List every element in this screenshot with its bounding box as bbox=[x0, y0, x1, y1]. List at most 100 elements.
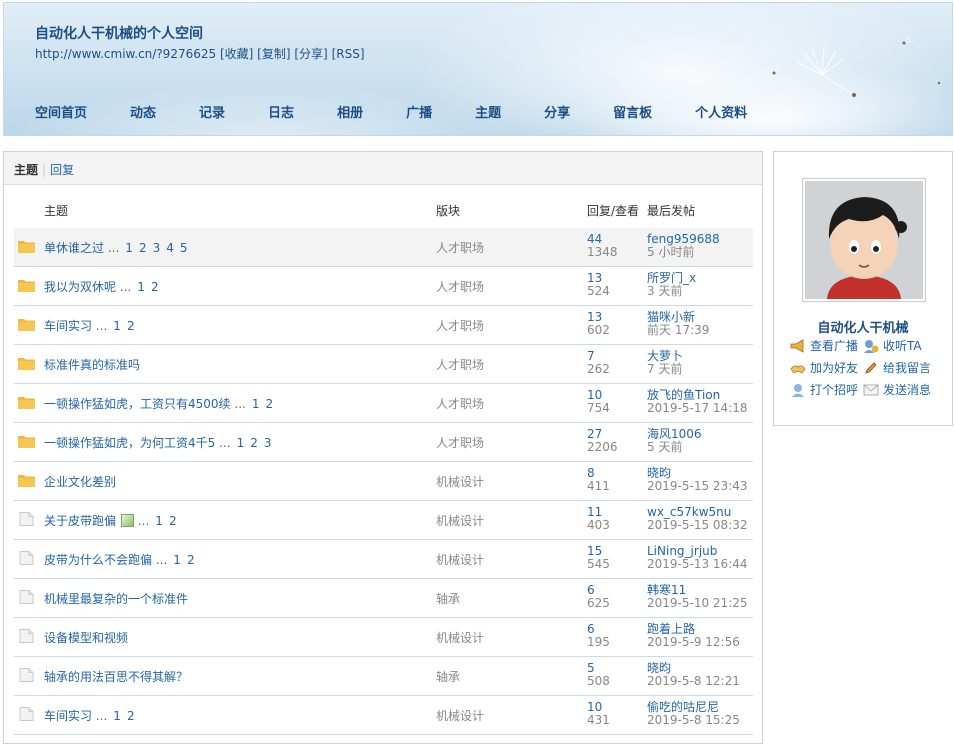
page-link[interactable]: 2 bbox=[127, 709, 135, 723]
replies-views: 11 403 bbox=[587, 506, 610, 532]
thread-title-link[interactable]: 标准件真的标准吗 bbox=[44, 358, 140, 372]
favorite-link[interactable]: [收藏] bbox=[220, 47, 253, 61]
share-link[interactable]: [分享] bbox=[294, 47, 327, 61]
thread-list: 单休谁之过 ... 1 2 3 4 5 人才职场 44 1348 feng959688 5 小时前我… bbox=[14, 228, 753, 735]
leave-message-action[interactable]: 给我留言 bbox=[863, 359, 931, 376]
tab-threads[interactable]: 主题 bbox=[14, 163, 38, 177]
listen-link[interactable]: 收听TA bbox=[883, 337, 922, 354]
document-icon bbox=[19, 590, 34, 604]
page-link[interactable]: 1 bbox=[173, 553, 181, 567]
nav-home[interactable]: 空间首页 bbox=[35, 102, 87, 121]
avatar[interactable] bbox=[802, 178, 926, 302]
send-message-action[interactable]: 发送消息 bbox=[863, 381, 931, 398]
thread-title-link[interactable]: 关于皮带跑偏 bbox=[44, 514, 116, 528]
forum-link[interactable]: 轴承 bbox=[436, 590, 460, 607]
forum-link[interactable]: 人才职场 bbox=[436, 278, 484, 295]
thread-title-link[interactable]: 皮带为什么不会跑偏 bbox=[44, 553, 152, 567]
space-title[interactable]: 自动化人干机械的个人空间 bbox=[35, 23, 203, 43]
last-post: wx_c57kw5nu 2019-5-15 08:32 bbox=[647, 506, 748, 532]
page-link[interactable]: 2 bbox=[139, 241, 147, 255]
view-broadcast-link[interactable]: 查看广播 bbox=[810, 337, 858, 354]
table-row[interactable]: 设备模型和视频 机械设计 6 195 跑着上路 2019-5-9 12:56 bbox=[14, 618, 753, 657]
nav-blog[interactable]: 日志 bbox=[268, 102, 294, 121]
add-friend-action[interactable]: 加为好友 bbox=[790, 359, 858, 376]
space-url-link[interactable]: http://www.cmiw.cn/?9276625 bbox=[35, 47, 216, 61]
replies-views: 13 524 bbox=[587, 272, 610, 298]
greet-link[interactable]: 打个招呼 bbox=[810, 381, 858, 398]
table-row[interactable]: 轴承的用法百思不得其解？ 轴承 5 508 晓昀 2019-5-8 12:21 bbox=[14, 657, 753, 696]
thread-title-link[interactable]: 一顿操作猛如虎，为何工资4千5 bbox=[44, 436, 215, 450]
forum-link[interactable]: 人才职场 bbox=[436, 395, 484, 412]
forum-link[interactable]: 机械设计 bbox=[436, 707, 484, 724]
table-row[interactable]: 标准件真的标准吗 人才职场 7 262 大萝卜 7 天前 bbox=[14, 345, 753, 384]
table-row[interactable]: 我以为双休呢 ... 1 2 人才职场 13 524 所罗门_x 3 天前 bbox=[14, 267, 753, 306]
profile-name[interactable]: 自动化人干机械 bbox=[774, 317, 952, 336]
table-row[interactable]: 车间实习 ... 1 2 人才职场 13 602 猫咪小新 前天 17:39 bbox=[14, 306, 753, 345]
last-post: 韩寒11 2019-5-10 21:25 bbox=[647, 584, 748, 610]
nav-guestbook[interactable]: 留言板 bbox=[613, 102, 652, 121]
nav-records[interactable]: 记录 bbox=[199, 102, 225, 121]
copy-link[interactable]: [复制] bbox=[257, 47, 290, 61]
forum-link[interactable]: 机械设计 bbox=[436, 512, 484, 529]
nav-profile[interactable]: 个人资料 bbox=[695, 102, 747, 121]
thread-title-link[interactable]: 企业文化差别 bbox=[44, 475, 116, 489]
page-link[interactable]: 3 bbox=[264, 436, 272, 450]
page-link[interactable]: 4 bbox=[166, 241, 174, 255]
page-link[interactable]: 2 bbox=[127, 319, 135, 333]
tab-replies[interactable]: 回复 bbox=[50, 163, 74, 177]
table-row[interactable]: 企业文化差别 机械设计 8 411 晓昀 2019-5-15 23:43 bbox=[14, 462, 753, 501]
forum-link[interactable]: 机械设计 bbox=[436, 551, 484, 568]
document-icon bbox=[19, 629, 34, 643]
page-link[interactable]: 2 bbox=[169, 514, 177, 528]
page-link[interactable]: 1 bbox=[237, 436, 245, 450]
send-message-link[interactable]: 发送消息 bbox=[883, 381, 931, 398]
thread-title-link[interactable]: 机械里最复杂的一个标准件 bbox=[44, 592, 188, 606]
table-row[interactable]: 关于皮带跑偏 ... 1 2 机械设计 11 403 wx_c57kw5nu 2019-5-1… bbox=[14, 501, 753, 540]
table-row[interactable]: 一顿操作猛如虎，工资只有4500续 ... 1 2 人才职场 10 754 放飞的鱼Tion… bbox=[14, 384, 753, 423]
thread-title-link[interactable]: 我以为双休呢 bbox=[44, 280, 116, 294]
view-broadcast-action[interactable]: 查看广播 bbox=[790, 337, 858, 354]
page-link[interactable]: 1 bbox=[155, 514, 163, 528]
nav-broadcast[interactable]: 广播 bbox=[406, 102, 432, 121]
table-row[interactable]: 一顿操作猛如虎，为何工资4千5 ... 1 2 3 人才职场 27 2206 海风1006 5 … bbox=[14, 423, 753, 462]
listen-action[interactable]: 收听TA bbox=[863, 337, 922, 354]
thread-title-link[interactable]: 车间实习 bbox=[44, 709, 92, 723]
page-link[interactable]: 1 bbox=[113, 319, 121, 333]
nav-album[interactable]: 相册 bbox=[337, 102, 363, 121]
rss-link[interactable]: [RSS] bbox=[332, 47, 365, 61]
page-link[interactable]: 2 bbox=[250, 436, 258, 450]
nav-threads[interactable]: 主题 bbox=[475, 102, 501, 121]
forum-link[interactable]: 人才职场 bbox=[436, 356, 484, 373]
page-link[interactable]: 2 bbox=[265, 397, 273, 411]
page-link[interactable]: 3 bbox=[153, 241, 161, 255]
table-row[interactable]: 皮带为什么不会跑偏 ... 1 2 机械设计 15 545 LiNing_jrjub 2019… bbox=[14, 540, 753, 579]
page-link[interactable]: 1 bbox=[137, 280, 145, 294]
nav-share[interactable]: 分享 bbox=[544, 102, 570, 121]
forum-link[interactable]: 人才职场 bbox=[436, 434, 484, 451]
leave-message-link[interactable]: 给我留言 bbox=[883, 359, 931, 376]
page-link[interactable]: 1 bbox=[125, 241, 133, 255]
table-row[interactable]: 单休谁之过 ... 1 2 3 4 5 人才职场 44 1348 feng959688 5 小时前 bbox=[14, 228, 753, 267]
thread-title-link[interactable]: 车间实习 bbox=[44, 319, 92, 333]
table-row[interactable]: 车间实习 ... 1 2 机械设计 10 431 偷吃的咕尼尼 2019-5-8 15:25 bbox=[14, 696, 753, 735]
thread-title-link[interactable]: 一顿操作猛如虎，工资只有4500续 bbox=[44, 397, 231, 411]
page-link[interactable]: 2 bbox=[187, 553, 195, 567]
add-friend-link[interactable]: 加为好友 bbox=[810, 359, 858, 376]
page-link[interactable]: 1 bbox=[252, 397, 260, 411]
page-link[interactable]: 5 bbox=[180, 241, 188, 255]
forum-link[interactable]: 人才职场 bbox=[436, 317, 484, 334]
page-link[interactable]: 1 bbox=[113, 709, 121, 723]
thread-subject: 一顿操作猛如虎，为何工资4千5 ... 1 2 3 bbox=[44, 434, 271, 451]
forum-link[interactable]: 机械设计 bbox=[436, 473, 484, 490]
thread-title-link[interactable]: 单休谁之过 bbox=[44, 241, 104, 255]
forum-link[interactable]: 轴承 bbox=[436, 668, 460, 685]
forum-link[interactable]: 机械设计 bbox=[436, 629, 484, 646]
thread-title-link[interactable]: 轴承的用法百思不得其解？ bbox=[44, 670, 188, 684]
last-post-time: 2019-5-13 16:44 bbox=[647, 557, 748, 571]
table-row[interactable]: 机械里最复杂的一个标准件 轴承 6 625 韩寒11 2019-5-10 21:25 bbox=[14, 579, 753, 618]
thread-title-link[interactable]: 设备模型和视频 bbox=[44, 631, 128, 645]
nav-feed[interactable]: 动态 bbox=[130, 102, 156, 121]
forum-link[interactable]: 人才职场 bbox=[436, 239, 484, 256]
page-link[interactable]: 2 bbox=[151, 280, 159, 294]
greet-action[interactable]: 打个招呼 bbox=[790, 381, 858, 398]
